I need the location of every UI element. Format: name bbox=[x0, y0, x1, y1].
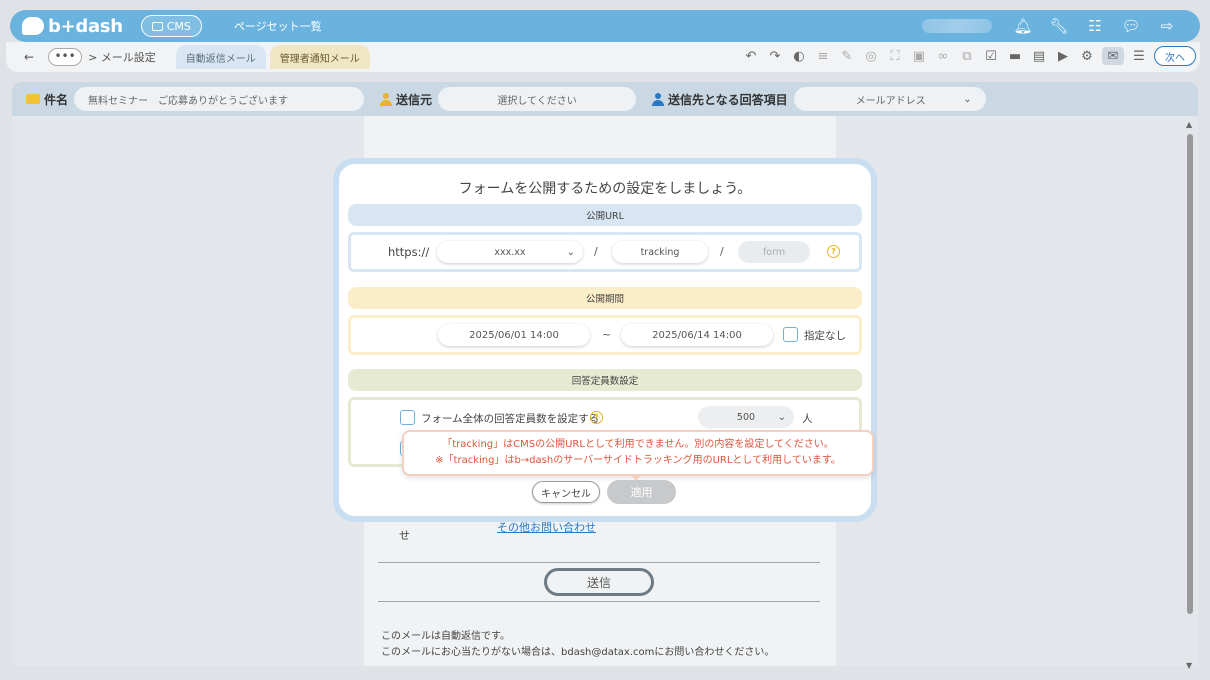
tab-auto-reply[interactable]: 自動返信メール bbox=[175, 45, 266, 69]
top-header: b+dash CMS ページセット一覧 🔔︎ 🔧︎ ☷ 💬︎ ⇨ bbox=[10, 10, 1200, 42]
scroll-up-icon[interactable]: ▲ bbox=[1186, 120, 1192, 129]
back-arrow-icon[interactable]: ← bbox=[24, 50, 34, 64]
undo-icon[interactable]: ↶ bbox=[742, 47, 760, 65]
apply-button[interactable]: 適用 bbox=[607, 480, 676, 504]
mail-icon[interactable]: ✉ bbox=[1102, 47, 1124, 65]
recipient-label-group: 送信先となる回答項目 bbox=[652, 91, 788, 108]
person-icon bbox=[652, 92, 665, 106]
url-slash: / bbox=[720, 245, 724, 258]
path-input[interactable]: tracking bbox=[612, 241, 708, 263]
domain-select[interactable]: xxx.xx ⌄ bbox=[437, 241, 583, 263]
mail-fields-row: 件名 無料セミナー ご応募ありがとうございます 送信元 選択してください 送信先… bbox=[12, 82, 1198, 116]
help-icon[interactable]: ? bbox=[590, 411, 603, 424]
url-slash: / bbox=[594, 245, 598, 258]
target-icon[interactable]: ◎ bbox=[862, 47, 880, 65]
start-date-input[interactable]: 2025/06/01 14:00 bbox=[438, 324, 590, 346]
gallery-icon[interactable]: ⧉ bbox=[958, 47, 976, 65]
url-section-box: https:// xxx.xx ⌄ / tracking / form ? bbox=[348, 232, 862, 272]
error-line-1: 「tracking」はCMSの公開URLとして利用できません。別の内容を設定して… bbox=[442, 439, 834, 450]
cms-button[interactable]: CMS bbox=[140, 15, 202, 37]
capacity-select[interactable]: 500 ⌄ bbox=[698, 406, 794, 428]
capacity-checkbox[interactable] bbox=[400, 410, 415, 425]
pen-icon[interactable]: ✎ bbox=[838, 47, 856, 65]
next-button[interactable]: 次へ bbox=[1154, 46, 1196, 66]
sender-label-group: 送信元 bbox=[380, 91, 432, 108]
no-period-label: 指定なし bbox=[804, 330, 846, 342]
breadcrumb[interactable]: > メール設定 bbox=[88, 49, 156, 65]
fullscreen-icon[interactable]: ⛶ bbox=[886, 47, 904, 65]
cancel-button[interactable]: キャンセル bbox=[532, 481, 600, 503]
footer-line-2: このメールにお心当たりがない場合は、bdash@datax.comにお問い合わせ… bbox=[381, 647, 775, 658]
period-tilde: ~ bbox=[602, 328, 612, 341]
layout-icon[interactable]: ▬ bbox=[1006, 47, 1024, 65]
notes-icon[interactable]: ☰ bbox=[1130, 47, 1148, 65]
sender-label: 送信元 bbox=[396, 92, 433, 107]
divider bbox=[378, 601, 820, 602]
wrench-icon[interactable]: 🔧︎ bbox=[1048, 15, 1070, 37]
gear-icon[interactable]: ⚙ bbox=[1078, 47, 1096, 65]
capacity-value: 500 bbox=[736, 411, 756, 423]
tab-admin-notification[interactable]: 管理者通知メール bbox=[269, 45, 370, 69]
recipient-value: メールアドレス bbox=[855, 95, 926, 107]
redo-icon[interactable]: ↷ bbox=[766, 47, 784, 65]
palette-icon[interactable]: ◐ bbox=[790, 47, 808, 65]
period-section-box: 2025/06/01 14:00 ~ 2025/06/14 14:00 指定なし bbox=[348, 315, 862, 355]
bdash-logo[interactable]: b+dash bbox=[22, 16, 123, 37]
monitor-icon bbox=[151, 21, 163, 31]
video-icon[interactable]: ▶ bbox=[1054, 47, 1072, 65]
editor-toolbar: ← ••• > メール設定 自動返信メール 管理者通知メール ↶ ↷ ◐ ≡ ✎… bbox=[6, 42, 1200, 72]
scroll-thumb[interactable] bbox=[1187, 134, 1193, 614]
person-icon bbox=[380, 92, 393, 106]
capacity-checkbox-label: フォーム全体の回答定員数を設定する bbox=[421, 413, 600, 425]
recipient-label: 送信先となる回答項目 bbox=[668, 92, 788, 107]
paper-fragment: せ bbox=[399, 529, 410, 542]
form-path-input[interactable]: form bbox=[738, 241, 810, 263]
logo-text: b+dash bbox=[48, 15, 123, 37]
error-tooltip: 「tracking」はCMSの公開URLとして利用できません。別の内容を設定して… bbox=[402, 430, 874, 476]
period-section-header: 公開期間 bbox=[348, 287, 862, 309]
modal-title: フォームを公開するための設定をしましょう。 bbox=[458, 181, 752, 197]
preview-send-button: 送信 bbox=[544, 568, 654, 596]
bell-icon[interactable]: 🔔︎ bbox=[1012, 15, 1034, 37]
logo-bubble-icon bbox=[22, 17, 44, 35]
more-button[interactable]: ••• bbox=[48, 48, 83, 66]
page-set-list-link[interactable]: ページセット一覧 bbox=[234, 18, 322, 34]
link-icon[interactable]: ∞ bbox=[934, 47, 952, 65]
subject-input[interactable]: 無料セミナー ご応募ありがとうございます bbox=[74, 87, 365, 111]
image-icon[interactable]: ▣ bbox=[910, 47, 928, 65]
chevron-down-icon: ⌄ bbox=[963, 93, 972, 105]
url-prefix: https:// bbox=[388, 245, 430, 259]
cms-label: CMS bbox=[166, 19, 191, 33]
editor-tools: ↶ ↷ ◐ ≡ ✎ ◎ ⛶ ▣ ∞ ⧉ ☑ ▬ ▤ ▶ ⚙ ✉ ☰ 次へ bbox=[742, 46, 1196, 66]
chevron-down-icon: ⌄ bbox=[777, 411, 786, 423]
grid-icon[interactable]: ☷ bbox=[1084, 15, 1106, 37]
user-name-blurred bbox=[922, 19, 992, 33]
device-icon[interactable]: ▤ bbox=[1030, 47, 1048, 65]
chevron-down-icon: ⌄ bbox=[566, 246, 575, 258]
envelope-icon bbox=[26, 94, 40, 104]
domain-value: xxx.xx bbox=[494, 246, 526, 258]
scrollbar[interactable]: ▲ ▼ bbox=[1186, 120, 1194, 670]
no-period-checkbox[interactable] bbox=[783, 327, 798, 342]
capacity-section-header: 回答定員数設定 bbox=[348, 369, 862, 391]
capacity-unit: 人 bbox=[802, 413, 813, 425]
chat-icon[interactable]: 💬︎ bbox=[1120, 15, 1142, 37]
footer-line-1: このメールは自動返信です。 bbox=[381, 631, 510, 642]
header-actions: 🔔︎ 🔧︎ ☷ 💬︎ ⇨ bbox=[922, 10, 1178, 42]
align-icon[interactable]: ≡ bbox=[814, 47, 832, 65]
url-section-header: 公開URL bbox=[348, 204, 862, 226]
recipient-select[interactable]: メールアドレス ⌄ bbox=[793, 87, 986, 111]
clipboard-check-icon[interactable]: ☑ bbox=[982, 47, 1000, 65]
sender-select[interactable]: 選択してください bbox=[438, 87, 637, 111]
subject-label-group: 件名 bbox=[26, 91, 68, 108]
subject-label: 件名 bbox=[44, 92, 69, 107]
error-line-2: ※「tracking」はb→dashのサーバーサイドトラッキング用のURLとして… bbox=[435, 455, 841, 466]
help-icon[interactable]: ? bbox=[827, 245, 840, 258]
logout-icon[interactable]: ⇨ bbox=[1156, 15, 1178, 37]
divider bbox=[378, 562, 820, 563]
end-date-input[interactable]: 2025/06/14 14:00 bbox=[621, 324, 773, 346]
scroll-down-icon[interactable]: ▼ bbox=[1186, 661, 1192, 670]
